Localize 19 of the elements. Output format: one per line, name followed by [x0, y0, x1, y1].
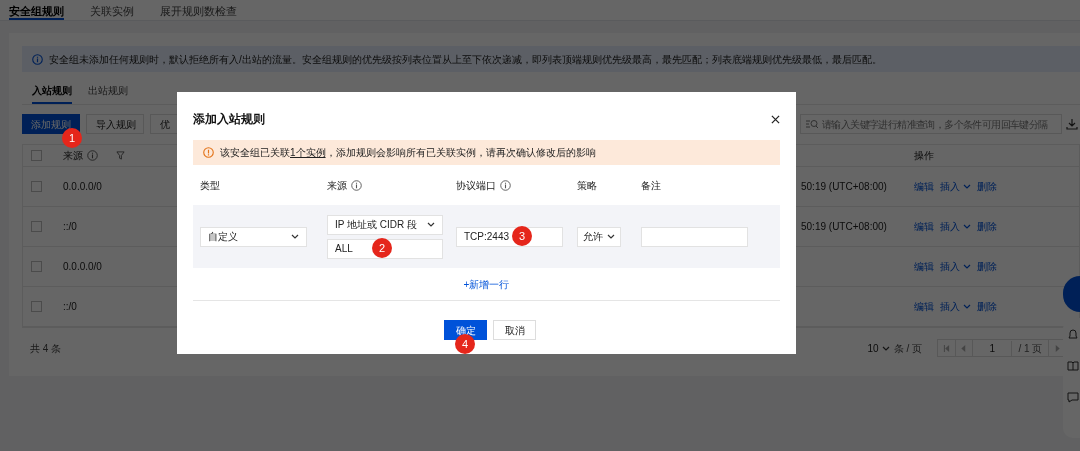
table-cell: 50:19 (UTC+08:00) [801, 221, 887, 232]
page-count: / 1 页 [1017, 341, 1044, 356]
column-header: 类型 [200, 178, 220, 193]
info-text: 安全组未添加任何规则时，默认拒绝所有入/出站的流量。安全组规则的优先级按列表位置从上至下依次递减，即列表顶端规则优先级最高，最先匹配；列表底端规则优先级最低，最后匹配。 [49, 52, 882, 67]
table-cell: 0.0.0.0/0 [63, 261, 102, 272]
table-cell: ::/0 [63, 221, 77, 232]
column-header: 策略 [577, 178, 597, 193]
warning-text: 该安全组已关联1个实例，添加规则会影响所有已关联实例，请再次确认修改后的影响 [220, 146, 596, 160]
page-size-label: 条 / 页 [893, 341, 922, 356]
table-cell: 0.0.0.0/0 [63, 181, 102, 192]
dialog-title: 添加入站规则 [193, 111, 265, 128]
column-header: 来源 [327, 178, 347, 193]
column-header: 操作 [914, 149, 934, 163]
column-header: 协议端口 [456, 178, 496, 193]
table-cell: ::/0 [63, 301, 77, 312]
column-header: 备注 [641, 178, 661, 193]
table-cell: 50:19 (UTC+08:00) [801, 181, 887, 192]
total-count: 共 4 条 [29, 341, 62, 356]
column-header: 来源 [63, 149, 83, 163]
